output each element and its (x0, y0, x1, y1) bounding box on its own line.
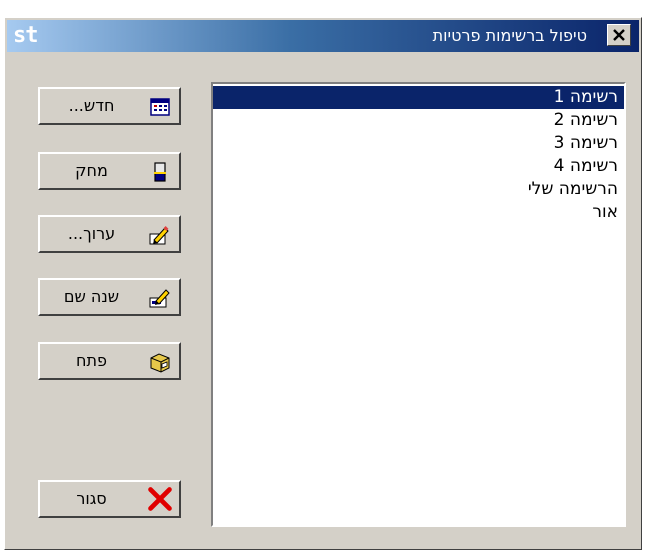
pencil-edit-icon (149, 226, 169, 245)
window-title: טיפול ברשימות פרטיות (432, 26, 587, 45)
open-button[interactable]: פתח (38, 342, 181, 380)
close-button-label: סגור (76, 489, 107, 508)
list-item[interactable]: רשימה 1 (213, 86, 624, 109)
title-bar[interactable]: st טיפול ברשימות פרטיות (7, 20, 639, 52)
calendar-icon (150, 98, 170, 116)
list-item[interactable]: רשימה 4 (213, 155, 624, 178)
red-x-icon (148, 487, 172, 511)
rename-button[interactable]: שנה שם (38, 278, 181, 316)
list-item[interactable]: רשימה 3 (213, 132, 624, 155)
edit-button-label: ערוך... (67, 224, 116, 243)
list-item[interactable]: אור (213, 201, 624, 224)
list-item[interactable]: הרשימה שלי (213, 178, 624, 201)
list-item[interactable]: רשימה 2 (213, 109, 624, 132)
open-button-label: פתח (76, 351, 107, 370)
eraser-icon (154, 162, 166, 182)
edit-button[interactable]: ערוך... (38, 215, 181, 253)
close-icon (613, 29, 625, 41)
dialog-window: st טיפול ברשימות פרטיות רשימה 1 רשימה 2 … (4, 17, 642, 550)
new-button-label: חדש... (68, 96, 115, 115)
app-logo: st (13, 23, 38, 48)
rename-button-label: שנה שם (63, 287, 120, 306)
rename-icon (149, 289, 170, 308)
open-folder-icon (150, 353, 170, 373)
delete-button[interactable]: מחק (38, 152, 181, 190)
new-button[interactable]: חדש... (38, 87, 181, 125)
delete-button-label: מחק (75, 161, 108, 180)
close-window-button[interactable] (607, 24, 631, 46)
close-button[interactable]: סגור (38, 480, 181, 518)
lists-listbox[interactable]: רשימה 1 רשימה 2 רשימה 3 רשימה 4 הרשימה ש… (211, 82, 626, 527)
